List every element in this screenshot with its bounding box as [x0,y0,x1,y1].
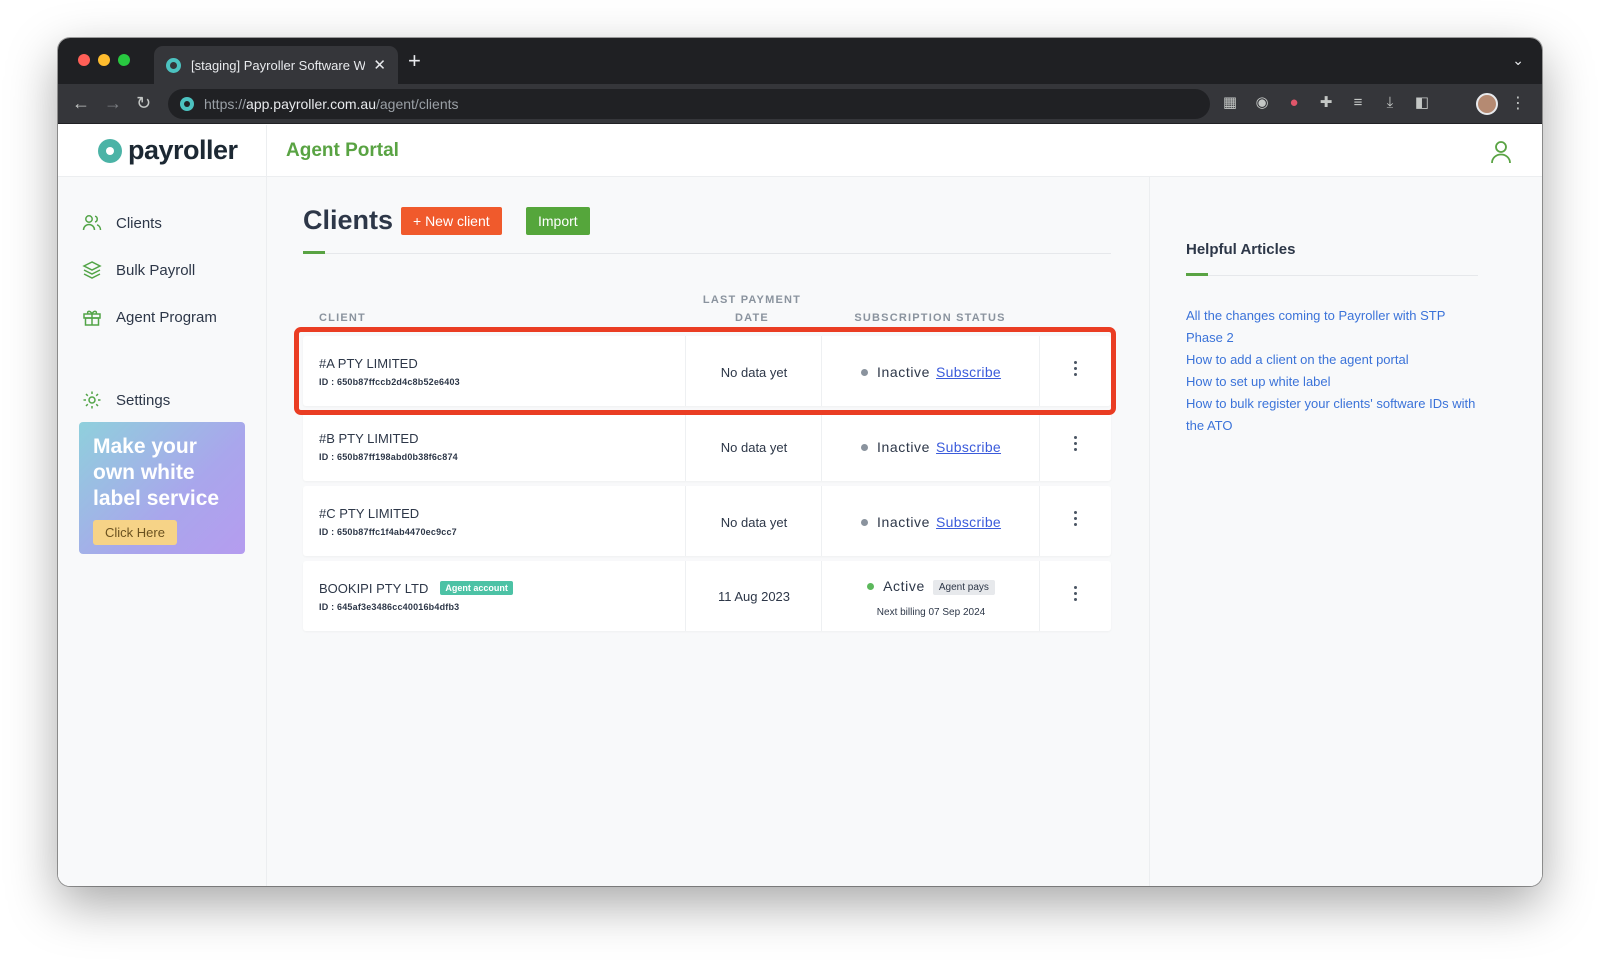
forward-arrow-icon[interactable]: → [104,93,122,113]
promo-click-here-button[interactable]: Click Here [93,520,177,545]
sidebar-item-label: Clients [116,214,162,232]
client-id: ID : 650b87ffc1f4ab4470ec9cc7 [319,527,457,537]
subscribe-link[interactable]: Subscribe [936,439,1001,455]
article-link[interactable]: How to add a client on the agent portal [1186,349,1476,371]
subscription-status: Active Agent pays [822,578,1040,595]
gift-icon [83,310,101,326]
reload-icon[interactable]: ↻ [136,93,151,113]
maximize-window-button[interactable] [118,54,130,66]
article-link[interactable]: All the changes coming to Payroller with… [1186,305,1476,349]
extension-face-icon[interactable]: ◉ [1253,94,1271,112]
portal-title: Agent Portal [286,140,399,161]
row-menu-icon[interactable] [1068,511,1082,531]
helpful-articles-accent [1186,273,1208,276]
next-billing-date: Next billing 07 Sep 2024 [876,607,986,618]
subscribe-link[interactable]: Subscribe [936,514,1001,530]
client-id: ID : 645af3e3486cc40016b4dfb3 [319,602,460,612]
import-button[interactable]: Import [526,207,590,235]
side-panel-icon[interactable]: ◧ [1413,94,1431,112]
article-link[interactable]: How to bulk register your clients' softw… [1186,393,1476,437]
subscription-status: Inactive Subscribe [822,439,1040,455]
last-payment-date: No data yet [720,440,788,455]
new-client-button[interactable]: + New client [401,207,502,235]
browser-window: [staging] Payroller Software Web ✕ + ⌄ ←… [58,38,1542,886]
agent-account-badge: Agent account [440,581,513,595]
browser-tab[interactable]: [staging] Payroller Software Web ✕ [154,46,398,84]
helpful-articles-title: Helpful Articles [1186,241,1296,258]
article-link[interactable]: How to set up white label [1186,371,1476,393]
status-text: Inactive [876,439,931,455]
sidebar-item-label: Agent Program [116,308,217,326]
gear-icon [83,391,101,409]
extension-red-icon[interactable]: ● [1285,94,1303,112]
back-arrow-icon[interactable]: ← [72,93,90,113]
sidebar: payroller Clients Bulk Payroll Agent Pro… [58,125,267,886]
browser-tab-bar: [staging] Payroller Software Web ✕ + ⌄ [58,38,1542,84]
table-row[interactable]: #C PTY LIMITED ID : 650b87ffc1f4ab4470ec… [303,486,1111,556]
sidebar-item-clients[interactable]: Clients [82,213,162,233]
column-header-client: CLIENT [319,312,366,324]
page-title: Clients [303,205,394,235]
logo[interactable]: payroller [58,125,266,177]
status-dot-icon [860,519,868,526]
url-text: https://app.payroller.com.au/agent/clien… [204,96,459,112]
download-icon[interactable]: ⤓ [1381,94,1399,112]
qr-code-icon[interactable]: ▦ [1221,94,1239,112]
payroller-logo-icon [98,138,122,163]
last-payment-date: No data yet [720,515,788,530]
last-payment-date: 11 Aug 2023 [717,589,791,604]
status-text: Active [883,578,925,594]
profile-avatar[interactable] [1476,93,1498,115]
clients-main: Clients + New client Import CLIENT LAST … [267,177,1149,886]
white-label-promo: Make your own white label service Click … [79,422,245,554]
helpful-articles-list: All the changes coming to Payroller with… [1186,305,1476,437]
reading-list-icon[interactable]: ≡ [1349,94,1367,112]
sidebar-item-label: Bulk Payroll [116,261,196,279]
top-header: Agent Portal [267,125,1542,177]
tab-search-chevron-icon[interactable]: ⌄ [1512,52,1524,69]
sidebar-item-bulk-payroll[interactable]: Bulk Payroll [82,260,195,280]
user-account-icon[interactable] [1490,140,1512,164]
client-id: ID : 650b87ff198abd0b38f6c874 [319,452,458,462]
browser-toolbar: ← → ↻ https://app.payroller.com.au/agent… [58,84,1542,124]
helpful-articles-divider [1186,275,1478,276]
sidebar-item-settings[interactable]: Settings [82,390,170,410]
table-row[interactable]: BOOKIPI PTY LTD Agent account ID : 645af3… [303,561,1111,631]
payroller-favicon-icon [166,57,181,73]
client-name[interactable]: #B PTY LIMITED [319,431,418,446]
status-dot-icon [860,444,868,451]
helpful-articles-panel: Helpful Articles All the changes coming … [1149,177,1542,886]
site-info-icon[interactable] [180,97,194,111]
logo-text: payroller [128,135,238,165]
title-accent [303,251,325,254]
close-window-button[interactable] [78,54,90,66]
promo-title: Make your own white label service [93,435,220,510]
extensions-puzzle-icon[interactable]: ✚ [1317,94,1335,112]
subscription-status: Inactive Subscribe [822,514,1040,530]
status-text: Inactive [876,514,931,530]
payroller-app: payroller Clients Bulk Payroll Agent Pro… [58,125,1542,886]
sidebar-item-label: Settings [116,391,171,409]
client-name[interactable]: #C PTY LIMITED [319,506,419,521]
users-icon [82,215,102,231]
tab-title: [staging] Payroller Software Web [191,57,366,73]
row-menu-icon[interactable] [1068,436,1082,456]
row-menu-icon[interactable] [1068,586,1082,606]
sidebar-item-agent-program[interactable]: Agent Program [82,307,217,327]
client-name[interactable]: BOOKIPI PTY LTD [319,581,428,596]
tab-close-icon[interactable]: ✕ [373,56,386,74]
agent-pays-badge: Agent pays [932,580,995,595]
status-dot-icon [867,583,875,590]
title-divider [303,253,1111,254]
chrome-menu-icon[interactable]: ⋮ [1510,93,1526,113]
table-row[interactable]: #B PTY LIMITED ID : 650b87ff198abd0b38f6… [303,411,1111,481]
minimize-window-button[interactable] [98,54,110,66]
layers-icon [82,261,102,279]
column-header-subscription-status: SUBSCRIPTION STATUS [854,312,1006,324]
client-name-cell[interactable]: BOOKIPI PTY LTD Agent account [319,581,513,596]
new-tab-button[interactable]: + [408,50,421,72]
address-bar[interactable]: https://app.payroller.com.au/agent/clien… [168,89,1210,119]
column-header-last-payment-date: LAST PAYMENT DATE [702,294,802,324]
highlight-annotation [294,327,1116,415]
